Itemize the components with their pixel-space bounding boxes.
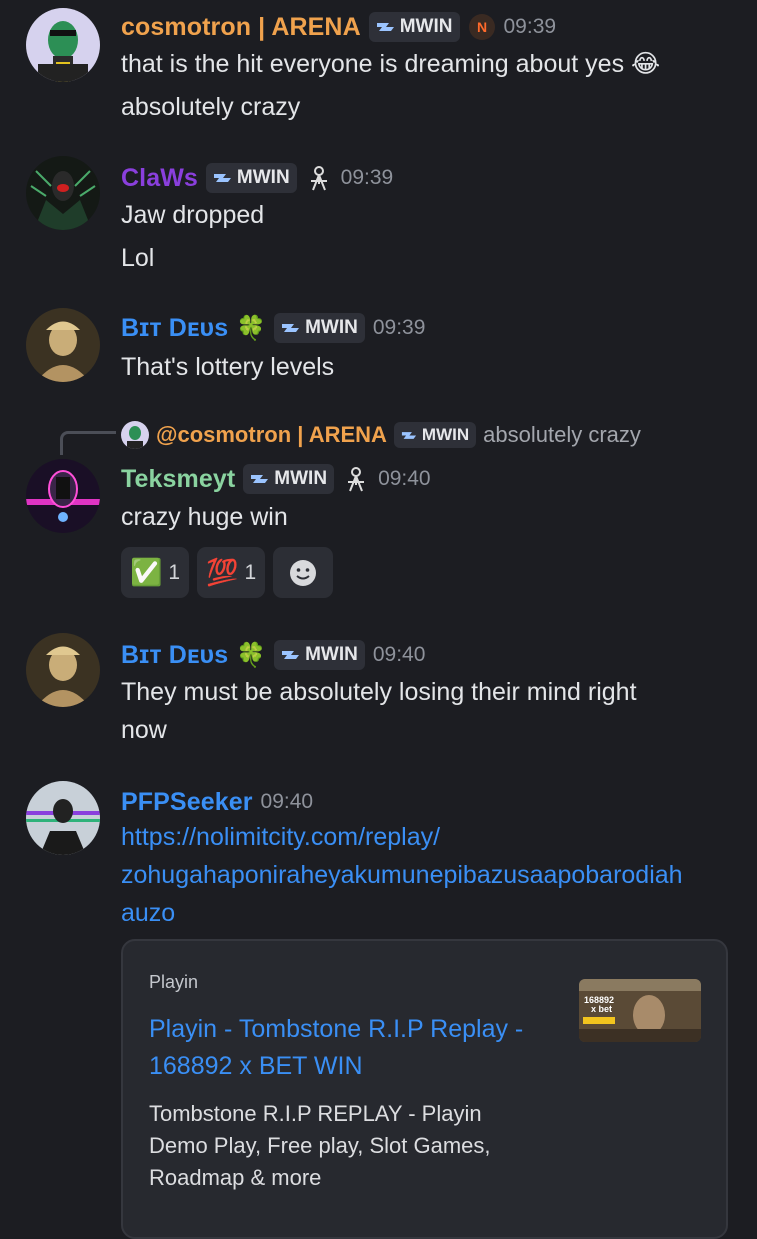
username[interactable]: ClaWs — [121, 164, 198, 193]
timestamp: 09:40 — [378, 467, 431, 490]
reaction-count: 1 — [244, 560, 257, 584]
reply-connector — [60, 431, 116, 455]
reactions-bar: ✅ 1 💯 1 — [121, 547, 334, 598]
server-tag-label: MWIN — [236, 167, 290, 188]
timestamp: 09:39 — [340, 166, 394, 189]
role-badge-icon[interactable] — [342, 465, 370, 493]
link-embed[interactable]: Playin Playin - Tombstone R.I.P Replay -… — [121, 939, 728, 1239]
server-tag[interactable]: MWIN — [368, 12, 460, 42]
server-tag-label: MWIN — [274, 468, 328, 489]
smiley-icon — [290, 559, 317, 586]
timestamp: 09:39 — [503, 15, 557, 38]
username[interactable]: PFPSeeker — [121, 788, 253, 817]
add-reaction-button[interactable] — [273, 547, 334, 598]
reply-avatar — [121, 421, 149, 449]
server-tag-label: MWIN — [421, 425, 470, 444]
message-link[interactable]: auzo — [121, 894, 175, 932]
avatar[interactable] — [26, 8, 100, 82]
reaction-count: 1 — [168, 560, 181, 584]
avatar[interactable] — [26, 156, 100, 230]
username[interactable]: Teksmeyt — [121, 465, 235, 494]
tag-icon — [213, 174, 231, 182]
tag-icon — [401, 431, 417, 439]
hundred-icon: 💯 — [206, 557, 239, 587]
avatar[interactable] — [26, 781, 100, 855]
message-link[interactable]: https://nolimitcity.com/replay/ — [121, 818, 440, 856]
timestamp: 09:39 — [372, 316, 426, 339]
message-header: cosmotron | ARENA MWIN N 09:39 — [121, 10, 556, 44]
avatar[interactable] — [26, 308, 100, 382]
server-tag[interactable]: MWIN — [274, 313, 365, 343]
message-link[interactable]: zohugahaponiraheyakumunepibazusaapobarod… — [121, 856, 683, 894]
reaction-check[interactable]: ✅ 1 — [121, 547, 190, 598]
reply-preview[interactable]: @cosmotron | ARENA MWIN absolutely crazy — [121, 420, 641, 450]
svg-text:N: N — [476, 19, 486, 35]
message-text: that is the hit everyone is dreaming abo… — [121, 50, 661, 78]
server-tag-label: MWIN — [399, 16, 453, 37]
embed-thumbnail[interactable]: 168892 x bet — [579, 979, 701, 1042]
reply-text: absolutely crazy — [483, 422, 641, 447]
avatar[interactable] — [26, 633, 100, 707]
tag-icon — [282, 651, 300, 659]
reply-mention[interactable]: @cosmotron | ARENA — [156, 422, 387, 448]
server-tag-label: MWIN — [305, 317, 358, 338]
message-text: now — [121, 716, 167, 744]
username[interactable]: Bɪᴛ Dᴇᴜs — [121, 641, 228, 670]
embed-title[interactable]: Playin - Tombstone R.I.P Replay - 168892… — [149, 1011, 569, 1085]
reaction-hundred[interactable]: 💯 1 — [197, 547, 266, 598]
tag-icon — [282, 324, 300, 332]
server-tag-label: MWIN — [305, 644, 358, 665]
role-badge-icon[interactable] — [305, 164, 333, 192]
embed-description: Tombstone R.I.P REPLAY - Playin Demo Pla… — [149, 1101, 491, 1190]
message-header: Teksmeyt MWIN 09:40 — [121, 462, 431, 496]
emoji: 😂 — [631, 50, 661, 78]
message-text: absolutely crazy — [121, 93, 301, 121]
server-tag[interactable]: MWIN — [205, 163, 297, 193]
timestamp: 09:40 — [372, 643, 426, 666]
server-tag[interactable]: MWIN — [243, 464, 335, 494]
message-text: That's lottery levels — [121, 353, 335, 381]
tag-icon — [376, 23, 394, 31]
clover-icon: 🍀 — [236, 314, 267, 342]
message-header: PFPSeeker 09:40 — [121, 785, 313, 819]
message-text: crazy huge win — [121, 503, 288, 531]
server-tag[interactable]: MWIN — [393, 422, 477, 448]
message-text: They must be absolutely losing their min… — [121, 678, 637, 706]
role-badge-icon[interactable]: N — [468, 13, 496, 41]
avatar[interactable] — [26, 459, 100, 533]
thumb-text: x bet — [591, 1004, 612, 1014]
message-header: Bɪᴛ Dᴇᴜs 🍀 MWIN 09:39 — [121, 311, 425, 345]
tag-icon — [251, 475, 269, 483]
message-header: ClaWs MWIN 09:39 — [121, 161, 393, 195]
message-header: Bɪᴛ Dᴇᴜs 🍀 MWIN 09:40 — [121, 638, 425, 672]
server-tag[interactable]: MWIN — [274, 640, 365, 670]
embed-provider[interactable]: Playin — [149, 972, 198, 993]
message-text: Lol — [121, 244, 155, 272]
message-text: Jaw dropped — [121, 201, 265, 229]
username[interactable]: cosmotron | ARENA — [121, 13, 361, 42]
check-mark-icon: ✅ — [130, 557, 163, 587]
username[interactable]: Bɪᴛ Dᴇᴜs — [121, 314, 228, 343]
timestamp: 09:40 — [260, 790, 314, 813]
clover-icon: 🍀 — [236, 641, 267, 669]
